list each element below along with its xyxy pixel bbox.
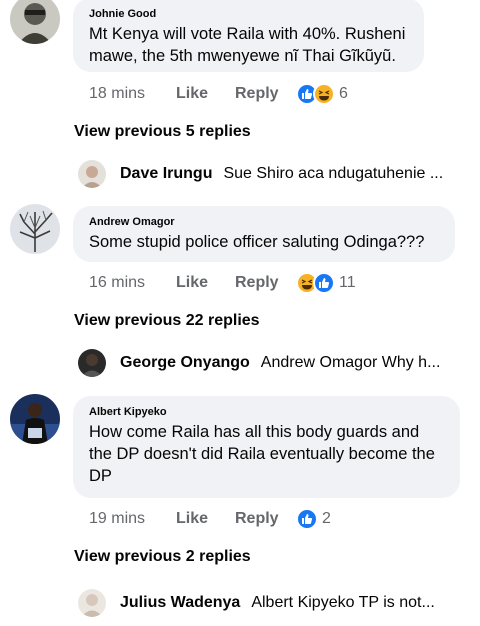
reply-button[interactable]: Reply — [235, 85, 296, 103]
comment-time[interactable]: 19 mins — [89, 510, 176, 528]
comment-text: How come Raila has all this body guards … — [89, 423, 435, 485]
comment-actions: 18 mins Like Reply 6 — [89, 83, 348, 105]
comment-author[interactable]: Albert Kipyeko — [89, 405, 444, 419]
comment-text: Some stupid police officer saluting Odin… — [89, 233, 425, 251]
like-button[interactable]: Like — [176, 510, 235, 528]
latest-reply[interactable]: Dave Irungu Sue Shiro aca ndugatuhenie .… — [78, 159, 478, 189]
reply-author[interactable]: Julius Wadenya — [120, 594, 240, 612]
avatar-albert-kipyeko[interactable] — [10, 394, 60, 444]
comment-bubble[interactable]: Johnie Good Mt Kenya will vote Raila wit… — [73, 0, 424, 72]
comment-author[interactable]: Johnie Good — [89, 7, 408, 21]
avatar-johnie-good[interactable] — [10, 0, 60, 44]
comment-author[interactable]: Andrew Omagor — [89, 215, 439, 229]
reaction-count: 6 — [339, 85, 348, 102]
avatar-julius-wadenya[interactable] — [78, 589, 106, 617]
comment-bubble[interactable]: Andrew Omagor Some stupid police officer… — [73, 206, 455, 262]
haha-reaction-icon — [313, 83, 335, 105]
reply-button[interactable]: Reply — [235, 510, 296, 528]
comment-time[interactable]: 18 mins — [89, 85, 176, 103]
comment-actions: 19 mins Like Reply 2 — [89, 508, 331, 530]
view-previous-replies-link[interactable]: View previous 2 replies — [74, 548, 251, 566]
like-button[interactable]: Like — [176, 85, 235, 103]
latest-reply[interactable]: Julius Wadenya Albert Kipyeko TP is not.… — [78, 588, 478, 618]
like-reaction-icon — [296, 508, 318, 530]
reaction-summary[interactable]: 11 — [296, 272, 356, 294]
like-button[interactable]: Like — [176, 274, 235, 292]
reaction-summary[interactable]: 2 — [296, 508, 331, 530]
view-previous-replies-link[interactable]: View previous 22 replies — [74, 312, 260, 330]
reaction-count: 11 — [339, 274, 356, 291]
reply-text: Andrew Omagor Why h... — [260, 354, 441, 371]
reply-author[interactable]: George Onyango — [120, 354, 250, 372]
avatar-andrew-omagor[interactable] — [10, 204, 60, 254]
view-previous-replies-link[interactable]: View previous 5 replies — [74, 123, 251, 141]
reply-button[interactable]: Reply — [235, 274, 296, 292]
like-reaction-icon — [313, 272, 335, 294]
comment-actions: 16 mins Like Reply 11 — [89, 272, 356, 294]
reply-text: Sue Shiro aca ndugatuhenie ... — [223, 165, 444, 182]
reaction-count: 2 — [322, 510, 331, 527]
comment-bubble[interactable]: Albert Kipyeko How come Raila has all th… — [73, 396, 460, 498]
reply-text: Albert Kipyeko TP is not... — [251, 594, 435, 611]
latest-reply[interactable]: George Onyango Andrew Omagor Why h... — [78, 348, 478, 378]
reply-author[interactable]: Dave Irungu — [120, 165, 212, 183]
avatar-dave-irungu[interactable] — [78, 160, 106, 188]
comment-text: Mt Kenya will vote Raila with 40%. Rushe… — [89, 25, 406, 65]
avatar-george-onyango[interactable] — [78, 349, 106, 377]
comment-time[interactable]: 16 mins — [89, 274, 176, 292]
reaction-summary[interactable]: 6 — [296, 83, 348, 105]
